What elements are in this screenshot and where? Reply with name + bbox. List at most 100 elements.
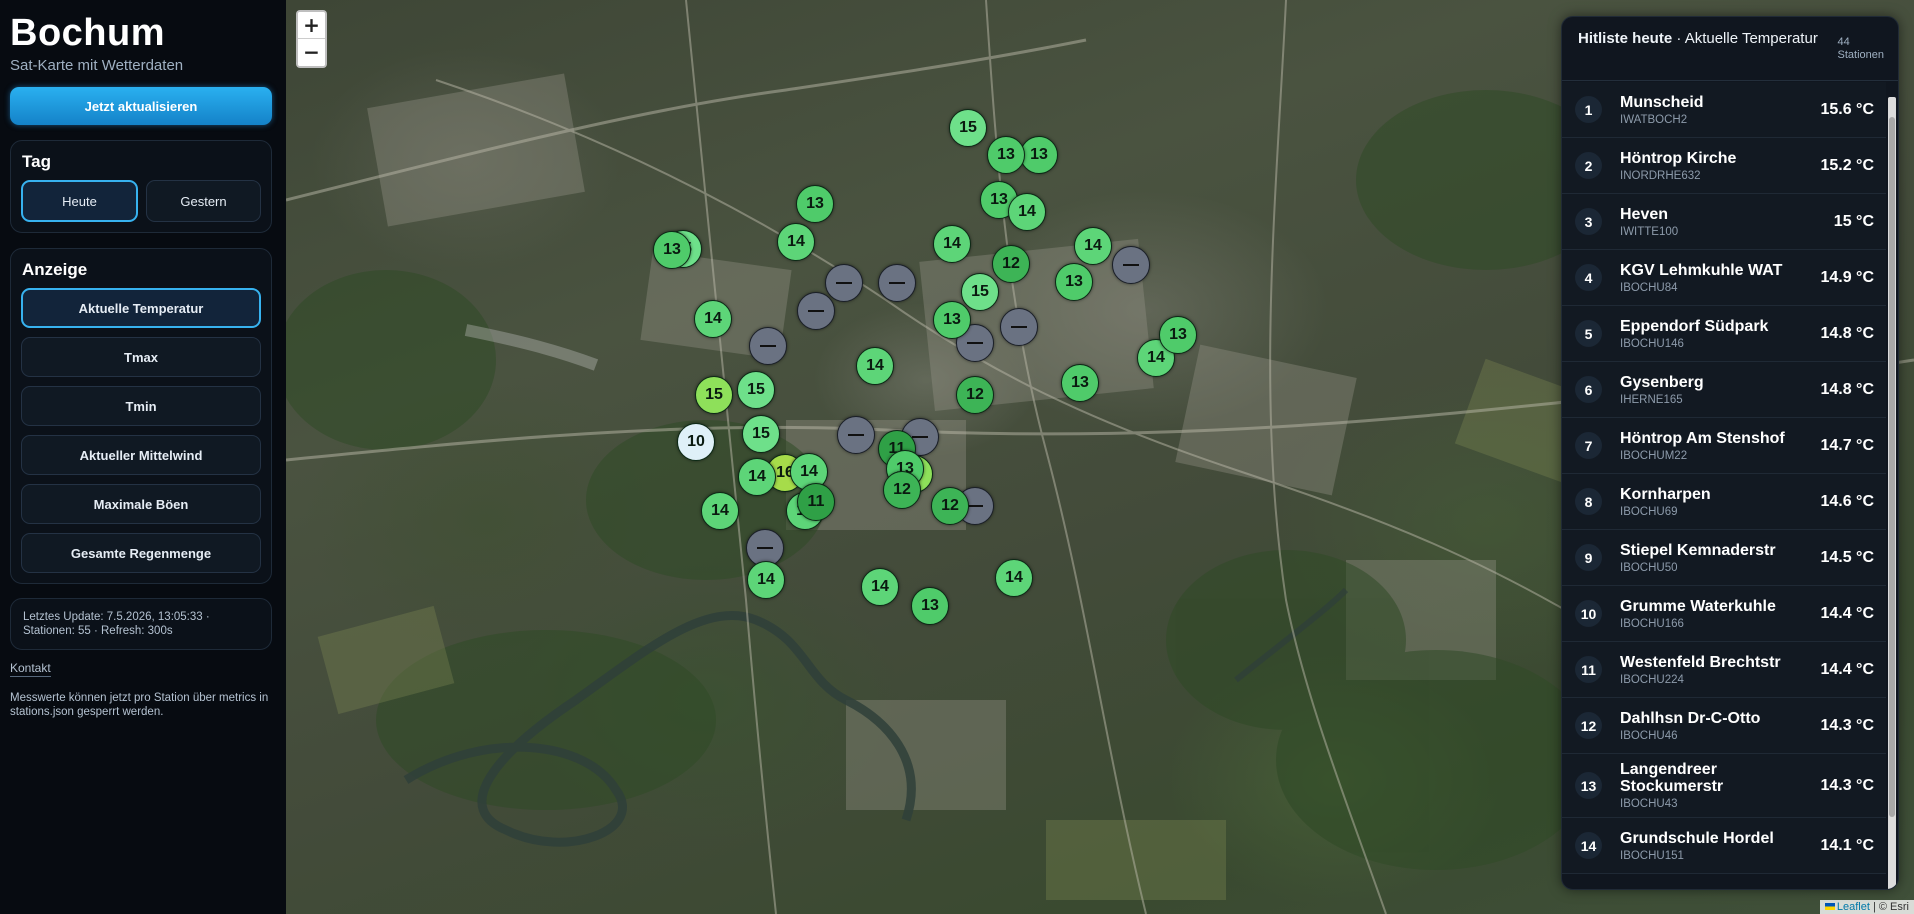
station-marker[interactable]: 15 <box>961 273 999 311</box>
status-stations-refresh: Stationen: 55 · Refresh: 300s <box>23 625 173 637</box>
day-heading: Tag <box>22 152 51 171</box>
station-temperature: 14.7 °C <box>1820 436 1874 454</box>
station-id: IBOCHU84 <box>1620 281 1678 294</box>
station-marker[interactable]: 12 <box>931 487 969 525</box>
station-name: Westenfeld Brechtstr <box>1620 653 1781 671</box>
station-marker[interactable]: 14 <box>701 492 739 530</box>
station-marker[interactable]: 14 <box>747 561 785 599</box>
station-marker[interactable]: 14 <box>1008 193 1046 231</box>
ranking-row[interactable]: 5 Eppendorf Südpark IBOCHU146 14.8 °C <box>1562 306 1886 362</box>
station-marker-no-data[interactable] <box>797 292 835 330</box>
station-temperature: 14.8 °C <box>1820 380 1874 398</box>
station-marker[interactable]: 14 <box>995 559 1033 597</box>
station-marker-no-data[interactable] <box>878 264 916 302</box>
station-marker[interactable]: 12 <box>883 471 921 509</box>
station-marker[interactable]: 13 <box>653 231 691 269</box>
station-id: IBOCHU43 <box>1620 798 1678 810</box>
station-id: IBOCHU166 <box>1620 617 1684 630</box>
ranking-row[interactable]: 13 Langendreer Stockumerstr IBOCHU43 14.3 °… <box>1562 754 1886 818</box>
ranking-row[interactable]: 4 KGV Lehmkuhle WAT IBOCHU84 14.9 °C <box>1562 250 1886 306</box>
leaflet-link[interactable]: Leaflet <box>1837 901 1870 913</box>
station-marker-no-data[interactable] <box>837 416 875 454</box>
station-marker-no-data[interactable] <box>1000 308 1038 346</box>
rank-number: 12 <box>1575 712 1602 739</box>
ranking-list[interactable]: 1 Munscheid IWATBOCH2 15.6 °C 2 Höntrop Kirch… <box>1562 82 1886 889</box>
station-marker-no-data[interactable] <box>825 264 863 302</box>
day-panel: Tag Heute Gestern <box>10 140 272 233</box>
station-marker[interactable]: 14 <box>738 458 776 496</box>
station-marker[interactable]: 13 <box>1055 263 1093 301</box>
ranking-row[interactable]: 6 Gysenberg IHERNE165 14.8 °C <box>1562 362 1886 418</box>
station-info: Heven IWITTE100 <box>1620 206 1834 238</box>
station-id: IWITTE100 <box>1620 225 1679 238</box>
day-yesterday-button[interactable]: Gestern <box>146 180 261 222</box>
ranking-row[interactable]: 12 Dahlhsn Dr-C-Otto IBOCHU46 14.3 °C <box>1562 698 1886 754</box>
station-info: Höntrop Am Stenshof IBOCHUM22 <box>1620 430 1820 462</box>
station-name: Heven <box>1620 205 1669 223</box>
station-marker[interactable]: 12 <box>956 376 994 414</box>
station-marker[interactable]: 14 <box>1074 227 1112 265</box>
day-today-button[interactable]: Heute <box>21 180 138 222</box>
option-mean-wind[interactable]: Aktueller Mittelwind <box>21 435 261 475</box>
station-marker[interactable]: 14 <box>694 300 732 338</box>
station-name: KGV Lehmkuhle WAT <box>1620 261 1783 279</box>
ranking-row[interactable]: 3 Heven IWITTE100 15 °C <box>1562 194 1886 250</box>
scrollbar-thumb[interactable] <box>1889 117 1895 817</box>
rank-number: 10 <box>1575 600 1602 627</box>
station-temperature: 14.4 °C <box>1820 604 1874 622</box>
station-marker[interactable]: 13 <box>911 587 949 625</box>
rank-number: 9 <box>1575 544 1602 571</box>
station-marker[interactable]: 13 <box>1020 136 1058 174</box>
station-marker-no-data[interactable] <box>749 327 787 365</box>
ranking-scrollbar[interactable] <box>1888 97 1896 889</box>
ranking-row[interactable]: 14 Grundschule Hordel IBOCHU151 14.1 °C <box>1562 818 1886 874</box>
station-marker[interactable]: 15 <box>695 376 733 414</box>
ranking-row[interactable]: 2 Höntrop Kirche INORDRHE632 15.2 °C <box>1562 138 1886 194</box>
station-name: Grumme Waterkuhle <box>1620 597 1776 615</box>
station-marker[interactable]: 15 <box>742 415 780 453</box>
station-marker[interactable]: 13 <box>933 301 971 339</box>
option-total-rain[interactable]: Gesamte Regenmenge <box>21 533 261 573</box>
station-marker[interactable]: 14 <box>861 568 899 606</box>
station-marker[interactable]: 11 <box>797 483 835 521</box>
contact-link[interactable]: Kontakt <box>10 661 51 677</box>
station-id: IBOCHUM22 <box>1620 449 1688 462</box>
display-heading: Anzeige <box>22 260 88 279</box>
option-current-temperature[interactable]: Aktuelle Temperatur <box>21 288 261 328</box>
station-marker[interactable]: 14 <box>777 223 815 261</box>
ranking-row[interactable]: 7 Höntrop Am Stenshof IBOCHUM22 14.7 °C <box>1562 418 1886 474</box>
station-info: Westenfeld Brechtstr IBOCHU224 <box>1620 654 1820 686</box>
station-id: IBOCHU50 <box>1620 561 1678 574</box>
option-tmax[interactable]: Tmax <box>21 337 261 377</box>
station-id: IHERNE165 <box>1620 393 1683 406</box>
ranking-header: Hitliste heute · Aktuelle Temperatur 44 S… <box>1562 17 1898 81</box>
station-marker[interactable]: 13 <box>1061 364 1099 402</box>
option-tmin[interactable]: Tmin <box>21 386 261 426</box>
station-marker[interactable]: 14 <box>856 347 894 385</box>
ranking-row[interactable]: 8 Kornharpen IBOCHU69 14.6 °C <box>1562 474 1886 530</box>
zoom-in-button[interactable]: + <box>298 12 325 39</box>
station-marker[interactable]: 12 <box>992 245 1030 283</box>
station-name: Dahlhsn Dr-C-Otto <box>1620 709 1761 727</box>
station-marker[interactable]: 13 <box>796 185 834 223</box>
station-marker[interactable]: 10 <box>677 423 715 461</box>
ranking-row[interactable]: 10 Grumme Waterkuhle IBOCHU166 14.4 °C <box>1562 586 1886 642</box>
refresh-button[interactable]: Jetzt aktualisieren <box>10 87 272 125</box>
station-marker[interactable]: 13 <box>987 136 1025 174</box>
ranking-row[interactable]: 11 Westenfeld Brechtstr IBOCHU224 14.4 °C <box>1562 642 1886 698</box>
status-box: Letztes Update: 7.5.2026, 13:05:33 · Sta… <box>10 598 272 650</box>
rank-number: 1 <box>1575 96 1602 123</box>
station-marker[interactable]: 14 <box>933 225 971 263</box>
station-name: Gysenberg <box>1620 373 1704 391</box>
option-max-gusts[interactable]: Maximale Böen <box>21 484 261 524</box>
status-update-time: Letztes Update: 7.5.2026, 13:05:33 · <box>23 611 210 623</box>
station-name: Höntrop Am Stenshof <box>1620 429 1785 447</box>
station-marker[interactable]: 15 <box>737 371 775 409</box>
ranking-row[interactable]: 1 Munscheid IWATBOCH2 15.6 °C <box>1562 82 1886 138</box>
station-marker[interactable]: 13 <box>1159 316 1197 354</box>
zoom-out-button[interactable]: − <box>298 39 325 66</box>
station-marker[interactable]: 15 <box>949 109 987 147</box>
station-name: Langendreer Stockumerstr <box>1620 761 1724 795</box>
station-marker-no-data[interactable] <box>1112 246 1150 284</box>
ranking-row[interactable]: 9 Stiepel Kemnaderstr IBOCHU50 14.5 °C <box>1562 530 1886 586</box>
